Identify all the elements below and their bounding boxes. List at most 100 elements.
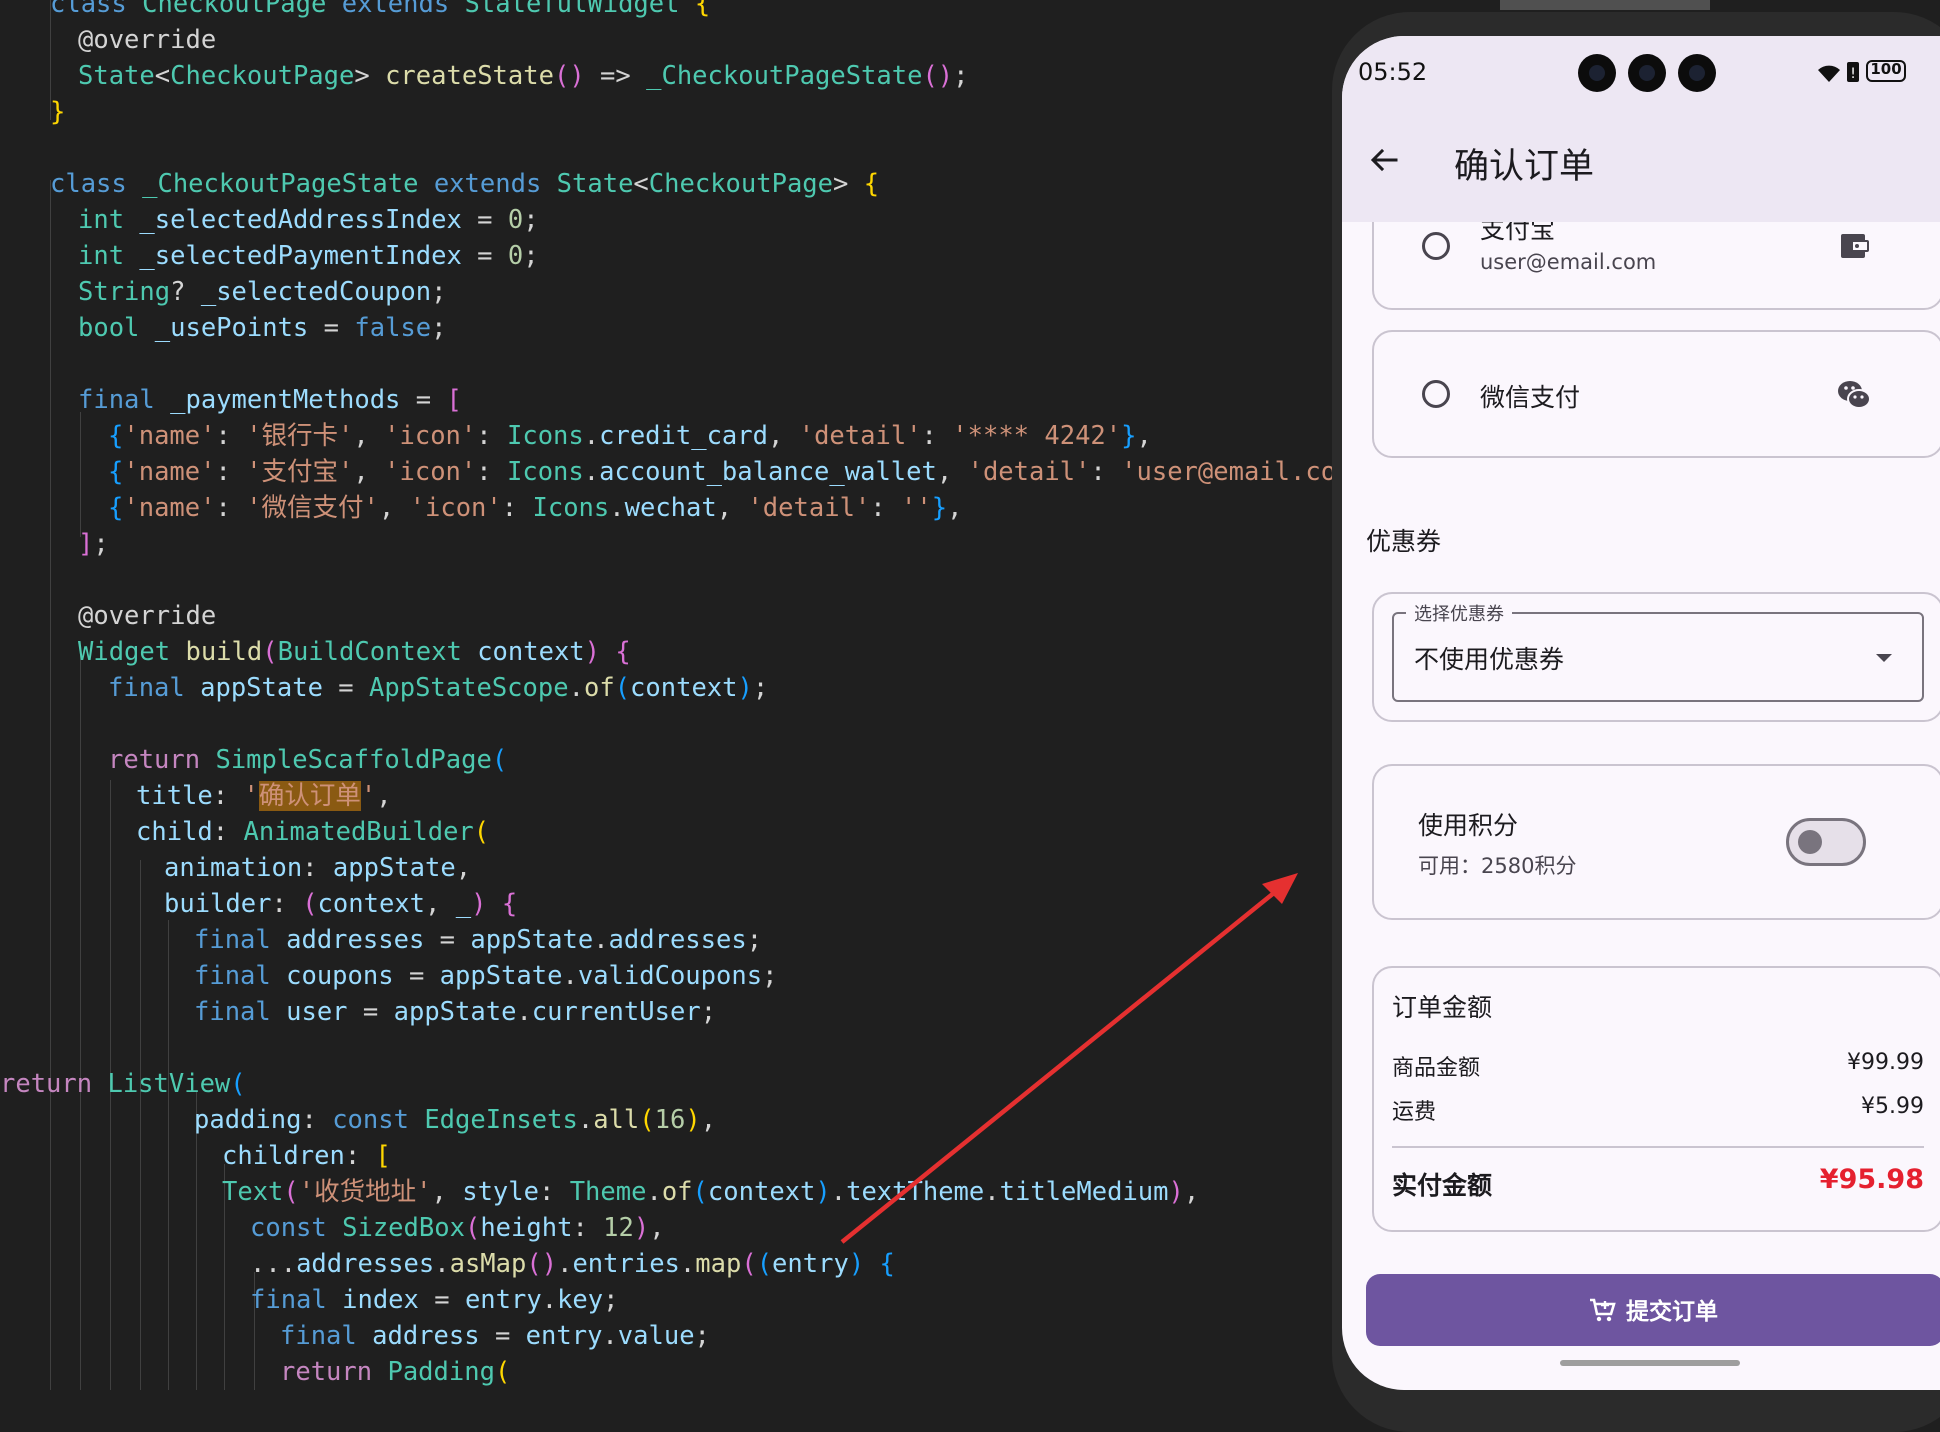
- code-line[interactable]: final appState = AppStateScope.of(contex…: [108, 670, 768, 706]
- code-token: =: [479, 1321, 526, 1351]
- code-line[interactable]: {'name': '支付宝', 'icon': Icons.account_ba…: [108, 454, 1335, 490]
- code-token: ): [685, 1105, 701, 1135]
- code-line[interactable]: final addresses = appState.addresses;: [194, 922, 762, 958]
- code-token: :: [1090, 457, 1122, 487]
- code-token: textTheme: [846, 1177, 985, 1207]
- code-line[interactable]: return Padding(: [280, 1354, 510, 1390]
- code-token: (: [491, 745, 508, 775]
- code-line[interactable]: final address = entry.value;: [280, 1318, 710, 1354]
- code-editor[interactable]: class CheckoutPage extends StatefulWidge…: [0, 0, 1335, 1390]
- code-line[interactable]: {'name': '微信支付', 'icon': Icons.wechat, '…: [108, 490, 962, 526]
- code-token: (: [464, 1213, 481, 1243]
- code-token: 确认订单: [258, 781, 361, 811]
- code-token: (: [262, 637, 278, 667]
- back-arrow-icon[interactable]: [1368, 144, 1400, 176]
- submit-order-button[interactable]: 提交订单: [1366, 1274, 1940, 1346]
- code-token: _CheckoutPageState: [142, 169, 434, 199]
- code-line[interactable]: @override: [78, 598, 216, 634]
- code-line[interactable]: return ListView(: [0, 1066, 246, 1102]
- code-line[interactable]: return SimpleScaffoldPage(: [108, 742, 507, 778]
- code-token: appState: [470, 925, 594, 955]
- radio-button[interactable]: [1422, 380, 1450, 408]
- code-token: return: [280, 1357, 388, 1387]
- code-line[interactable]: const SizedBox(height: 12),: [250, 1210, 665, 1246]
- code-token: :: [921, 421, 953, 451]
- code-token: (: [230, 1069, 246, 1099]
- code-line[interactable]: int _selectedAddressIndex = 0;: [78, 202, 539, 238]
- code-token: =: [393, 961, 440, 991]
- code-token: ...: [250, 1249, 297, 1279]
- code-line[interactable]: Widget build(BuildContext context) {: [78, 634, 631, 670]
- code-line[interactable]: ...addresses.asMap().entries.map((entry)…: [250, 1246, 895, 1282]
- code-line[interactable]: title: '确认订单',: [136, 778, 392, 814]
- code-line[interactable]: class _CheckoutPageState extends State<C…: [50, 166, 879, 202]
- code-line[interactable]: final index = entry.key;: [250, 1282, 619, 1318]
- code-token: State: [78, 61, 155, 91]
- code-token: =: [424, 925, 471, 955]
- code-token: '收货地址': [298, 1177, 432, 1207]
- code-token: =: [418, 1285, 465, 1315]
- code-token: .: [830, 1177, 847, 1207]
- code-token: padding: [194, 1105, 302, 1135]
- code-token: context: [707, 1177, 816, 1207]
- code-line[interactable]: bool _usePoints = false;: [78, 310, 446, 346]
- code-token: final: [250, 1285, 343, 1315]
- points-toggle[interactable]: [1786, 818, 1866, 866]
- code-token: :: [344, 1141, 376, 1171]
- code-line[interactable]: final _paymentMethods = [: [78, 382, 462, 418]
- code-line[interactable]: class CheckoutPage extends StatefulWidge…: [50, 0, 710, 22]
- signal-icon: !: [1847, 62, 1859, 82]
- code-token: (): [553, 61, 585, 91]
- code-token: final: [108, 673, 201, 703]
- indent-guide: [80, 650, 81, 1390]
- code-line[interactable]: String? _selectedCoupon;: [78, 274, 447, 310]
- code-token: ?: [170, 277, 201, 307]
- code-token: =: [461, 205, 508, 235]
- code-token: ,: [947, 493, 963, 523]
- code-line[interactable]: final coupons = appState.validCoupons;: [194, 958, 777, 994]
- code-line[interactable]: builder: (context, _) {: [164, 886, 517, 922]
- code-line[interactable]: ];: [78, 526, 109, 562]
- code-token: _paymentMethods: [170, 385, 401, 415]
- code-line[interactable]: }: [50, 94, 65, 130]
- code-token: =: [400, 385, 447, 415]
- payment-option-wechat[interactable]: 微信支付: [1372, 330, 1940, 458]
- code-token: ;: [431, 277, 447, 307]
- coupon-dropdown[interactable]: 选择优惠券 不使用优惠券: [1392, 600, 1924, 702]
- code-token: :: [302, 853, 333, 883]
- code-token: '': [901, 493, 932, 523]
- code-token: .: [583, 457, 600, 487]
- code-line[interactable]: int _selectedPaymentIndex = 0;: [78, 238, 539, 274]
- checkout-list[interactable]: 支付宝 user@email.com 微信支付 优惠券 选择优惠券 不使用优惠券…: [1342, 222, 1940, 1390]
- code-token: ,: [1183, 1177, 1200, 1207]
- indent-guide: [168, 920, 169, 1390]
- code-token: :: [215, 493, 247, 523]
- code-token: appState: [439, 961, 563, 991]
- code-token: 'name': [123, 421, 216, 451]
- code-token: Widget: [78, 637, 186, 667]
- code-line[interactable]: State<CheckoutPage> createState() => _Ch…: [78, 58, 969, 94]
- code-token: build: [185, 637, 263, 667]
- radio-button[interactable]: [1422, 232, 1450, 260]
- code-token: address: [372, 1321, 480, 1351]
- code-line[interactable]: @override: [78, 22, 216, 58]
- home-indicator[interactable]: [1560, 1360, 1740, 1366]
- code-token: ,: [716, 493, 748, 523]
- code-token: of: [661, 1177, 693, 1207]
- code-token: title: [136, 781, 213, 811]
- code-token: .: [583, 421, 600, 451]
- indent-guide: [140, 860, 141, 1390]
- code-line[interactable]: final user = appState.currentUser;: [194, 994, 716, 1030]
- code-line[interactable]: animation: appState,: [164, 850, 471, 886]
- code-line[interactable]: Text('收货地址', style: Theme.of(context).te…: [222, 1174, 1199, 1210]
- add-shopping-cart-icon: [1590, 1298, 1616, 1322]
- code-token: ,: [768, 421, 799, 451]
- code-token: :: [215, 457, 247, 487]
- code-line[interactable]: padding: const EdgeInsets.all(16),: [194, 1102, 716, 1138]
- code-line[interactable]: children: [: [222, 1138, 391, 1174]
- payment-option-alipay[interactable]: 支付宝 user@email.com: [1372, 222, 1940, 310]
- code-line[interactable]: child: AnimatedBuilder(: [136, 814, 489, 850]
- code-line[interactable]: {'name': '银行卡', 'icon': Icons.credit_car…: [108, 418, 1152, 454]
